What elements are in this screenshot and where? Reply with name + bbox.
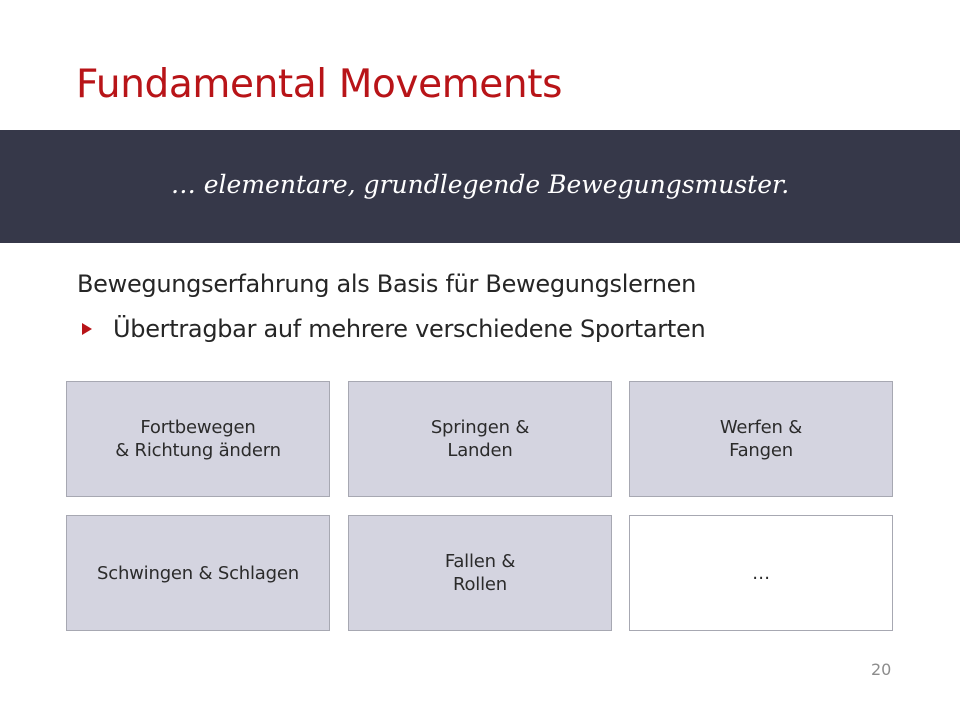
slide-title: Fundamental Movements — [76, 62, 563, 107]
movement-box-fallen: Fallen & Rollen — [348, 515, 612, 631]
bullet-item: Übertragbar auf mehrere verschiedene Spo… — [82, 315, 706, 343]
subtitle-text: … elementare, grundlegende Bewegungsmust… — [170, 170, 790, 199]
page-number: 20 — [871, 660, 892, 679]
movement-box-label: Fallen & Rollen — [444, 551, 516, 595]
triangle-right-icon — [82, 323, 92, 335]
movement-box-label: … — [752, 562, 770, 584]
subtitle-banner: … elementare, grundlegende Bewegungsmust… — [0, 130, 960, 243]
movement-box-springen: Springen & Landen — [348, 381, 612, 497]
movement-box-label: Werfen & Fangen — [719, 417, 803, 461]
movement-box-label: Fortbewegen & Richtung ändern — [115, 417, 281, 461]
section-heading: Bewegungserfahrung als Basis für Bewegun… — [77, 270, 696, 298]
movement-box-label: Schwingen & Schlagen — [97, 562, 299, 584]
movement-box-werfen: Werfen & Fangen — [629, 381, 893, 497]
movement-box-label: Springen & Landen — [430, 417, 530, 461]
movement-box-more: … — [629, 515, 893, 631]
bullet-text: Übertragbar auf mehrere verschiedene Spo… — [113, 315, 706, 343]
movement-box-fortbewegen: Fortbewegen & Richtung ändern — [66, 381, 330, 497]
movement-box-schwingen: Schwingen & Schlagen — [66, 515, 330, 631]
